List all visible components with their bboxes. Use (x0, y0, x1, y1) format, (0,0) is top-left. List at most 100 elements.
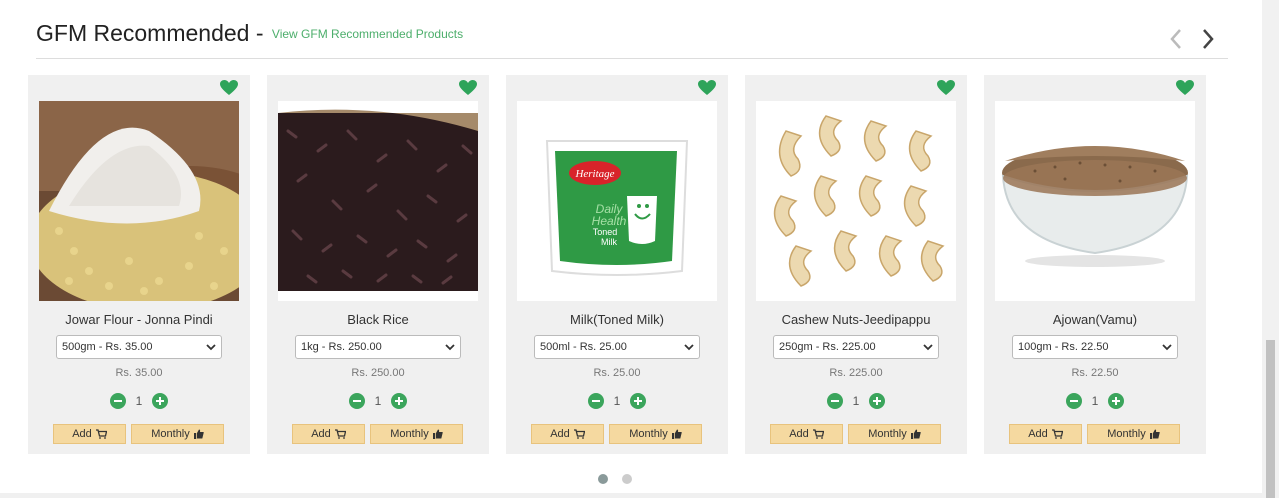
chevron-down-icon (445, 344, 455, 351)
product-name[interactable]: Milk(Toned Milk) (506, 312, 728, 327)
quantity-value: 1 (374, 394, 382, 408)
milk-line2-text: Health (592, 214, 627, 228)
thumbs-up-icon (432, 429, 443, 439)
next-arrow-icon[interactable] (1200, 26, 1216, 52)
minus-icon[interactable] (1066, 393, 1082, 409)
section-header: GFM Recommended - View GFM Recommended P… (36, 18, 1228, 59)
monthly-label: Monthly (1107, 428, 1146, 440)
product-card: Jowar Flour - Jonna Pindi 500gm - Rs. 35… (28, 75, 250, 454)
variant-select[interactable]: 500ml - Rs. 25.00 (534, 335, 700, 359)
view-recommended-link[interactable]: View GFM Recommended Products (272, 27, 463, 41)
product-price: Rs. 225.00 (829, 367, 883, 379)
plus-icon[interactable] (1108, 393, 1124, 409)
plus-icon[interactable] (869, 393, 885, 409)
thumbs-up-icon (193, 429, 204, 439)
variant-selected: 1kg - Rs. 250.00 (301, 341, 382, 353)
minus-icon[interactable] (110, 393, 126, 409)
monthly-label: Monthly (629, 428, 668, 440)
add-label: Add (72, 428, 92, 440)
variant-selected: 250gm - Rs. 225.00 (779, 341, 876, 353)
minus-icon[interactable] (588, 393, 604, 409)
quantity-stepper: 1 (984, 393, 1206, 409)
carousel-dot-2[interactable] (622, 474, 632, 484)
monthly-button[interactable]: Monthly (131, 424, 224, 444)
heart-icon[interactable] (1176, 80, 1194, 96)
heart-icon[interactable] (937, 80, 955, 96)
quantity-value: 1 (1091, 394, 1099, 408)
add-to-cart-button[interactable]: Add (531, 424, 604, 444)
product-image[interactable]: Heritage Daily Health Toned Milk (517, 101, 717, 301)
recommended-section: GFM Recommended - View GFM Recommended P… (0, 0, 1279, 498)
product-image[interactable] (278, 101, 478, 301)
plus-icon[interactable] (152, 393, 168, 409)
cart-icon (95, 429, 107, 439)
milk-brand-text: Heritage (574, 168, 614, 180)
product-card: Cashew Nuts-Jeedipappu 250gm - Rs. 225.0… (745, 75, 967, 454)
variant-select[interactable]: 100gm - Rs. 22.50 (1012, 335, 1178, 359)
cart-icon (1051, 429, 1063, 439)
minus-icon[interactable] (349, 393, 365, 409)
variant-select[interactable]: 500gm - Rs. 35.00 (56, 335, 222, 359)
add-to-cart-button[interactable]: Add (292, 424, 365, 444)
prev-arrow-icon[interactable] (1168, 26, 1184, 52)
minus-icon[interactable] (827, 393, 843, 409)
carousel-dot-1[interactable] (598, 474, 608, 484)
product-name[interactable]: Jowar Flour - Jonna Pindi (28, 312, 250, 327)
heart-icon[interactable] (220, 80, 238, 96)
monthly-label: Monthly (390, 428, 429, 440)
cart-icon (573, 429, 585, 439)
variant-selected: 100gm - Rs. 22.50 (1018, 341, 1109, 353)
carousel-arrows (1168, 26, 1216, 52)
product-name[interactable]: Black Rice (267, 312, 489, 327)
heart-icon[interactable] (698, 80, 716, 96)
quantity-stepper: 1 (745, 393, 967, 409)
add-label: Add (550, 428, 570, 440)
add-label: Add (789, 428, 809, 440)
quantity-stepper: 1 (267, 393, 489, 409)
product-card: Heritage Daily Health Toned Milk Milk(To… (506, 75, 728, 454)
variant-select[interactable]: 1kg - Rs. 250.00 (295, 335, 461, 359)
variant-select[interactable]: 250gm - Rs. 225.00 (773, 335, 939, 359)
product-price: Rs. 22.50 (1071, 367, 1119, 379)
milk-line4-text: Milk (601, 237, 617, 247)
page-scrollbar[interactable] (1262, 0, 1279, 498)
product-image[interactable] (756, 101, 956, 301)
product-name[interactable]: Cashew Nuts-Jeedipappu (745, 312, 967, 327)
section-title: GFM Recommended - View GFM Recommended P… (36, 20, 463, 47)
chevron-down-icon (684, 344, 694, 351)
milk-line3-text: Toned (593, 227, 618, 237)
product-image[interactable] (39, 101, 239, 301)
add-to-cart-button[interactable]: Add (770, 424, 843, 444)
product-price: Rs. 250.00 (351, 367, 405, 379)
thumbs-up-icon (671, 429, 682, 439)
monthly-button[interactable]: Monthly (370, 424, 463, 444)
add-label: Add (311, 428, 331, 440)
quantity-value: 1 (135, 394, 143, 408)
add-label: Add (1028, 428, 1048, 440)
variant-selected: 500gm - Rs. 35.00 (62, 341, 153, 353)
heart-icon[interactable] (459, 80, 477, 96)
cart-icon (334, 429, 346, 439)
product-image[interactable] (995, 101, 1195, 301)
product-carousel: Jowar Flour - Jonna Pindi 500gm - Rs. 35… (28, 75, 1206, 454)
plus-icon[interactable] (391, 393, 407, 409)
thumbs-up-icon (910, 429, 921, 439)
monthly-button[interactable]: Monthly (609, 424, 702, 444)
plus-icon[interactable] (630, 393, 646, 409)
cart-icon (812, 429, 824, 439)
scrollbar-thumb[interactable] (1266, 340, 1275, 498)
variant-selected: 500ml - Rs. 25.00 (540, 341, 627, 353)
chevron-down-icon (923, 344, 933, 351)
monthly-button[interactable]: Monthly (848, 424, 941, 444)
product-price: Rs. 25.00 (593, 367, 641, 379)
quantity-value: 1 (613, 394, 621, 408)
monthly-label: Monthly (868, 428, 907, 440)
monthly-button[interactable]: Monthly (1087, 424, 1180, 444)
add-to-cart-button[interactable]: Add (53, 424, 126, 444)
product-name[interactable]: Ajowan(Vamu) (984, 312, 1206, 327)
chevron-down-icon (1162, 344, 1172, 351)
add-to-cart-button[interactable]: Add (1009, 424, 1082, 444)
product-card: Ajowan(Vamu) 100gm - Rs. 22.50 Rs. 22.50… (984, 75, 1206, 454)
section-divider (0, 493, 1262, 498)
section-title-text: GFM Recommended - (36, 20, 270, 46)
